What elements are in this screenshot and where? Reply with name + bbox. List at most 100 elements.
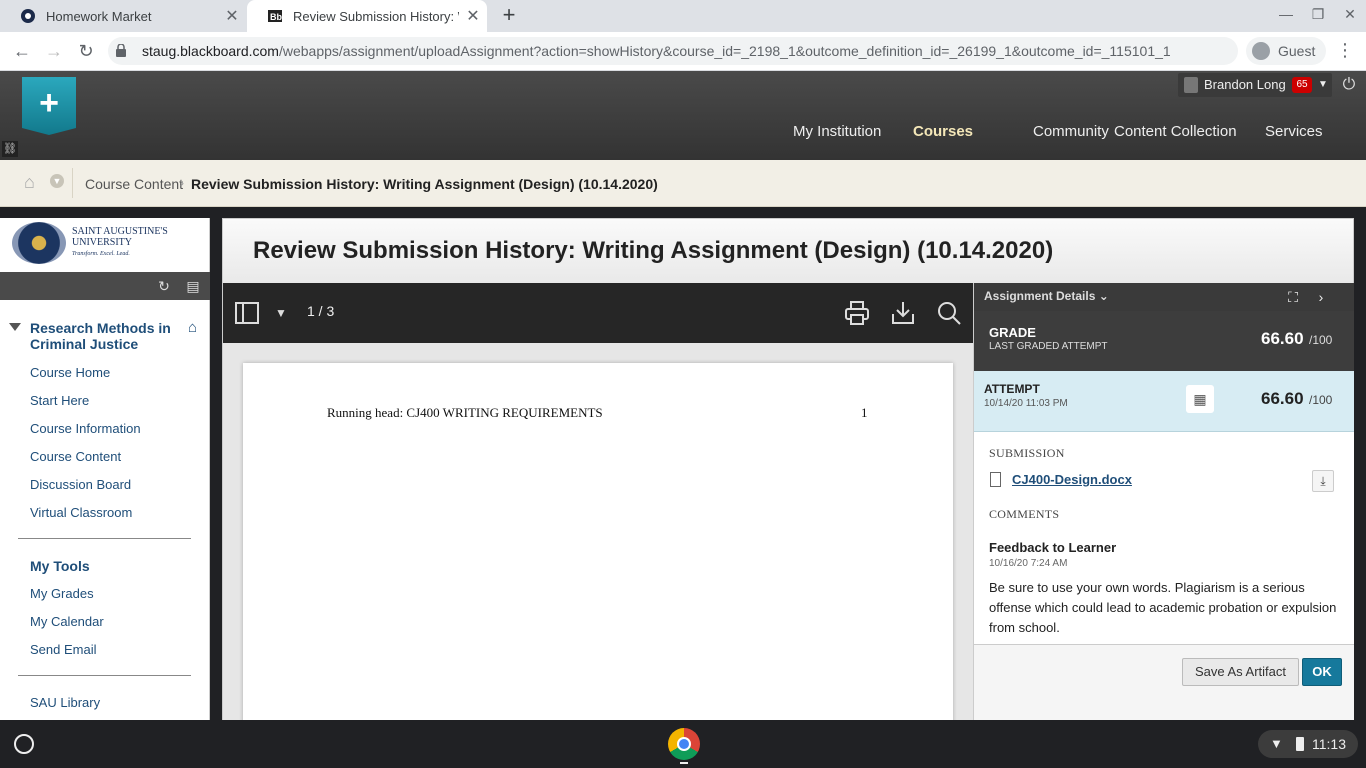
menu-divider — [18, 675, 191, 676]
close-window-icon[interactable]: ✕ — [1340, 6, 1360, 26]
submission-label: SUBMISSION — [989, 446, 1065, 460]
divider — [72, 168, 73, 198]
status-tray[interactable]: ▼ 11:13 — [1258, 730, 1358, 758]
launcher-icon[interactable] — [14, 734, 34, 754]
page-title-bar: Review Submission History: Writing Assig… — [223, 219, 1353, 283]
course-title[interactable]: Research Methods in Criminal Justice — [30, 320, 180, 352]
address-bar[interactable]: staug.blackboard.com/webapps/assignment/… — [108, 37, 1238, 65]
menu-item-course-content[interactable]: Course Content — [30, 449, 121, 464]
menu-item-start-here[interactable]: Start Here — [30, 393, 89, 408]
university-seal-icon — [12, 222, 66, 264]
menu-item-my-grades[interactable]: My Grades — [30, 586, 94, 601]
logout-power-icon[interactable]: ⏻ — [1336, 73, 1362, 97]
link-icon[interactable]: ⛓ — [2, 141, 18, 157]
menu-toolbar: ↻ ▤ — [0, 272, 210, 300]
collapse-caret-icon[interactable] — [9, 323, 21, 331]
download-file-button[interactable]: ⤓ — [1312, 470, 1334, 492]
browser-tab-strip: Homework Market ✕ Bb Review Submission H… — [0, 0, 1366, 32]
nav-services[interactable]: Services — [1265, 123, 1323, 140]
document-running-head: Running head: CJ400 WRITING REQUIREMENTS — [327, 405, 603, 420]
panel-header-label: Assignment Details — [984, 289, 1096, 303]
tab-review-submission[interactable]: Bb Review Submission History: Writ ✕ — [247, 0, 487, 32]
guest-profile-button[interactable]: Guest — [1246, 37, 1326, 65]
panel-footer: Save As Artifact OK — [974, 644, 1354, 721]
grade-section: GRADE LAST GRADED ATTEMPT 66.60 /100 — [974, 311, 1354, 371]
menu-item-sau-library[interactable]: SAU Library — [30, 695, 100, 710]
avatar-icon — [1252, 42, 1270, 60]
breadcrumb-separator-icon: › — [180, 176, 184, 190]
feedback-title: Feedback to Learner — [989, 540, 1117, 555]
tab-title: Homework Market — [46, 8, 152, 24]
nav-courses[interactable]: Courses — [913, 123, 973, 140]
rubric-grid-icon[interactable]: ▦ — [1186, 385, 1214, 413]
back-arrow-icon[interactable]: ← — [10, 40, 34, 64]
notification-badge[interactable]: 65 — [1292, 77, 1312, 93]
user-name: Brandon Long — [1204, 77, 1286, 92]
chevron-right-icon[interactable]: › — [1312, 288, 1330, 306]
print-icon[interactable] — [843, 299, 871, 327]
menu-item-virtual-classroom[interactable]: Virtual Classroom — [30, 505, 132, 520]
close-tab-icon[interactable]: ✕ — [218, 6, 246, 26]
more-menu-icon[interactable]: ⋮ — [1336, 40, 1354, 64]
chevron-down-icon[interactable]: ▼ — [1318, 73, 1328, 97]
close-tab-icon[interactable]: ✕ — [459, 6, 487, 26]
wifi-icon: ▼ — [1270, 736, 1283, 751]
chrome-icon[interactable] — [668, 728, 700, 760]
guest-label: Guest — [1278, 43, 1316, 59]
assignment-details-dropdown[interactable]: Assignment Details ⌄ — [984, 289, 1109, 303]
grade-out-of: /100 — [1309, 333, 1333, 347]
search-icon[interactable] — [935, 299, 963, 327]
reload-icon[interactable]: ↻ — [74, 40, 98, 64]
tab-homework-market[interactable]: Homework Market ✕ — [0, 0, 246, 32]
menu-item-my-calendar[interactable]: My Calendar — [30, 614, 104, 629]
attempt-row[interactable]: ATTEMPT 10/14/20 11:03 PM ▦ 66.60 /100 — [974, 371, 1354, 432]
panel-header: Assignment Details ⌄ ⛶ › — [974, 283, 1354, 311]
folder-view-icon[interactable]: ▤ — [182, 275, 204, 297]
browser-toolbar: ← → ↻ staug.blackboard.com/webapps/assig… — [0, 32, 1366, 71]
refresh-icon[interactable]: ↻ — [153, 275, 175, 297]
blackboard-logo[interactable]: + — [22, 77, 76, 135]
chevron-down-icon[interactable]: ▼ — [50, 174, 64, 188]
url-path: /webapps/assignment/uploadAssignment?act… — [278, 43, 1171, 59]
breadcrumb-course-content[interactable]: Course Content — [85, 176, 183, 192]
menu-heading-my-tools[interactable]: My Tools — [30, 558, 90, 574]
chevron-down-icon[interactable]: ▼ — [267, 299, 295, 327]
home-icon[interactable]: ⌂ — [24, 172, 44, 192]
university-logo[interactable]: SAINT AUGUSTINE'S UNIVERSITY Transform. … — [10, 220, 192, 266]
menu-item-course-home[interactable]: Course Home — [30, 365, 110, 380]
breadcrumb: ⌂ ▼ Course Content › Review Submission H… — [0, 160, 1366, 207]
nav-my-institution[interactable]: My Institution — [793, 123, 881, 140]
submission-file-link[interactable]: CJ400-Design.docx — [1012, 472, 1132, 487]
lock-icon[interactable] — [116, 44, 126, 57]
nav-community[interactable]: Community — [1033, 123, 1109, 140]
assignment-details-panel: Assignment Details ⌄ ⛶ › GRADE LAST GRAD… — [973, 283, 1354, 721]
minimize-icon[interactable]: — — [1276, 6, 1296, 26]
grade-score: 66.60 — [1261, 329, 1304, 348]
save-as-artifact-button[interactable]: Save As Artifact — [1182, 658, 1299, 686]
university-tagline: Transform. Excel. Lead. — [72, 251, 130, 257]
forward-arrow-icon[interactable]: → — [42, 40, 66, 64]
user-menu[interactable]: Brandon Long 65 ▼ — [1178, 73, 1332, 97]
expand-icon[interactable]: ⛶ — [1284, 288, 1302, 306]
clock: 11:13 — [1312, 736, 1346, 752]
menu-item-discussion-board[interactable]: Discussion Board — [30, 477, 131, 492]
grade-sublabel: LAST GRADED ATTEMPT — [989, 341, 1108, 352]
document-page: Running head: CJ400 WRITING REQUIREMENTS… — [243, 363, 953, 721]
home-icon[interactable]: ⌂ — [188, 319, 204, 336]
url-host: staug.blackboard.com — [142, 43, 279, 59]
os-shelf: ▼ 11:13 — [0, 720, 1366, 768]
nav-content-collection[interactable]: Content Collection — [1114, 123, 1237, 140]
menu-item-send-email[interactable]: Send Email — [30, 642, 96, 657]
menu-item-course-information[interactable]: Course Information — [30, 421, 141, 436]
download-icon[interactable] — [889, 299, 917, 327]
restore-icon[interactable]: ❐ — [1308, 6, 1328, 26]
feedback-text: Be sure to use your own words. Plagiaris… — [989, 580, 1337, 635]
sidebar-toggle-icon[interactable] — [233, 299, 261, 327]
file-icon — [990, 472, 1001, 487]
new-tab-button[interactable]: + — [497, 4, 521, 28]
ok-button[interactable]: OK — [1302, 658, 1342, 686]
blackboard-favicon-icon: Bb — [268, 10, 282, 22]
attempt-date: 10/14/20 11:03 PM — [984, 398, 1068, 409]
page-indicator: 1 / 3 — [307, 303, 335, 319]
document-preview-area[interactable]: Running head: CJ400 WRITING REQUIREMENTS… — [223, 343, 973, 721]
